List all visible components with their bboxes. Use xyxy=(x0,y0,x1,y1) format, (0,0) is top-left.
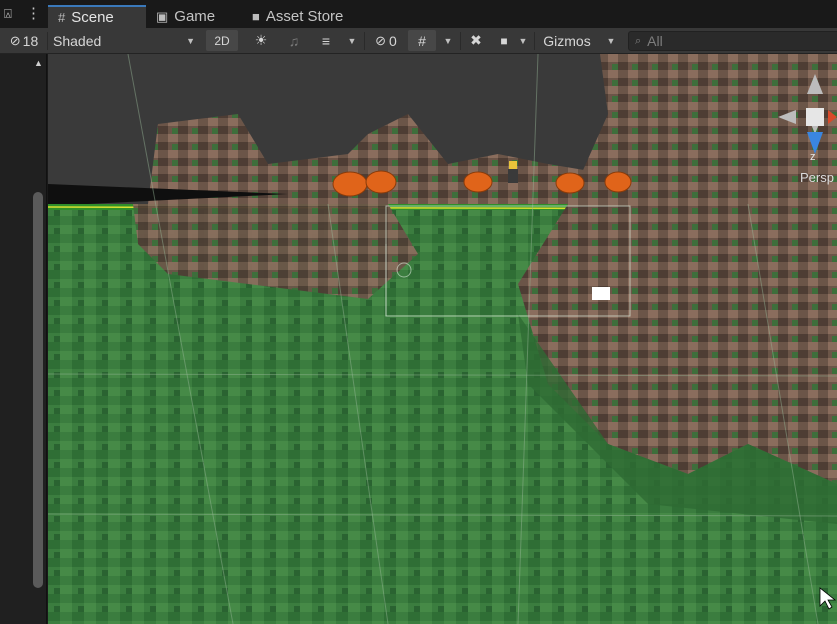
layers-icon: ≡ xyxy=(321,32,331,49)
tab-scene[interactable]: # Scene xyxy=(48,5,146,28)
scene-search-input[interactable]: ⌕ All xyxy=(628,31,837,51)
camera-mode-label[interactable]: Persp xyxy=(800,170,834,185)
chevron-down-icon: ▼ xyxy=(443,35,453,46)
lightbulb-icon: ☀ xyxy=(254,32,268,48)
chevron-down-icon: ▼ xyxy=(606,35,616,46)
gizmo-axis-label: z xyxy=(810,151,816,163)
scene-viewport[interactable]: z Persp xyxy=(48,54,837,624)
tab-asset-store-label: Asset Store xyxy=(265,8,344,25)
effects-toggle[interactable]: ≡ xyxy=(312,30,340,51)
player-sprite xyxy=(508,161,518,183)
toggle-2d-button[interactable]: 2D xyxy=(206,30,238,51)
scene-visibility-count: 0 xyxy=(389,32,397,49)
scroll-up-icon[interactable]: ▲ xyxy=(34,58,43,68)
scene-toolbar: ⊘ 18 Shaded ▼ 2D ☀ ♫ ≡ ▼ ⊘ 0 # ▼ ✖ ■ ▼ G… xyxy=(0,28,837,54)
hierarchy-panel-edge: ▲ xyxy=(0,54,47,624)
kebab-menu-icon[interactable]: ⋮ xyxy=(26,5,41,23)
gizmos-dropdown[interactable]: ▼ xyxy=(600,30,622,51)
tools-button[interactable]: ✖ xyxy=(462,30,490,51)
tab-game-label: Game xyxy=(174,8,216,25)
hidden-objects-toggle[interactable]: ⊘ 18 xyxy=(2,30,46,51)
selected-object-handle[interactable] xyxy=(592,287,610,300)
chevron-down-icon: ▼ xyxy=(347,35,357,46)
shopping-bag-icon: ■ xyxy=(252,9,260,24)
scene-visibility-toggle[interactable]: ⊘ 0 xyxy=(366,30,406,51)
camera-dropdown[interactable]: ▼ xyxy=(514,30,532,51)
chevron-down-icon: ▼ xyxy=(518,35,528,46)
gamepad-icon: ▣ xyxy=(156,8,169,24)
grid-toggle[interactable]: # xyxy=(408,30,436,51)
tools-icon: ✖ xyxy=(470,32,482,48)
shading-mode-dropdown[interactable]: Shaded ▼ xyxy=(49,30,199,51)
scene-render: z xyxy=(48,54,837,624)
tab-asset-store[interactable]: ■ Asset Store xyxy=(242,5,366,28)
hash-grid-icon: # xyxy=(58,10,66,25)
eye-slash-icon: ⊘ xyxy=(375,32,387,48)
lighting-toggle[interactable]: ☀ xyxy=(246,30,276,51)
chevron-down-icon: ▼ xyxy=(186,35,195,46)
search-placeholder: All xyxy=(647,33,663,49)
window-controls: ⍓ ⋮ xyxy=(0,0,46,28)
gizmos-label: Gizmos xyxy=(543,32,591,49)
speaker-icon: ♫ xyxy=(288,32,300,49)
hierarchy-scrollbar[interactable] xyxy=(33,192,43,588)
tab-scene-label: Scene xyxy=(71,9,114,26)
hidden-objects-count: 18 xyxy=(22,32,39,49)
shading-mode-value: Shaded xyxy=(53,32,102,49)
effects-dropdown[interactable]: ▼ xyxy=(342,30,362,51)
tab-game[interactable]: ▣ Game xyxy=(146,5,236,28)
video-camera-icon: ■ xyxy=(500,33,508,48)
lock-icon[interactable]: ⍓ xyxy=(4,5,12,23)
camera-button[interactable]: ■ xyxy=(494,30,514,51)
grid-dropdown[interactable]: ▼ xyxy=(438,30,458,51)
search-icon: ⌕ xyxy=(635,34,642,47)
eye-slash-icon: ⊘ xyxy=(9,32,21,48)
editor-tab-strip: ⍓ ⋮ # Scene ▣ Game ■ Asset Store xyxy=(0,0,837,28)
grid-icon: # xyxy=(418,32,426,49)
gizmos-button[interactable]: Gizmos xyxy=(536,30,598,51)
audio-toggle[interactable]: ♫ xyxy=(280,30,308,51)
